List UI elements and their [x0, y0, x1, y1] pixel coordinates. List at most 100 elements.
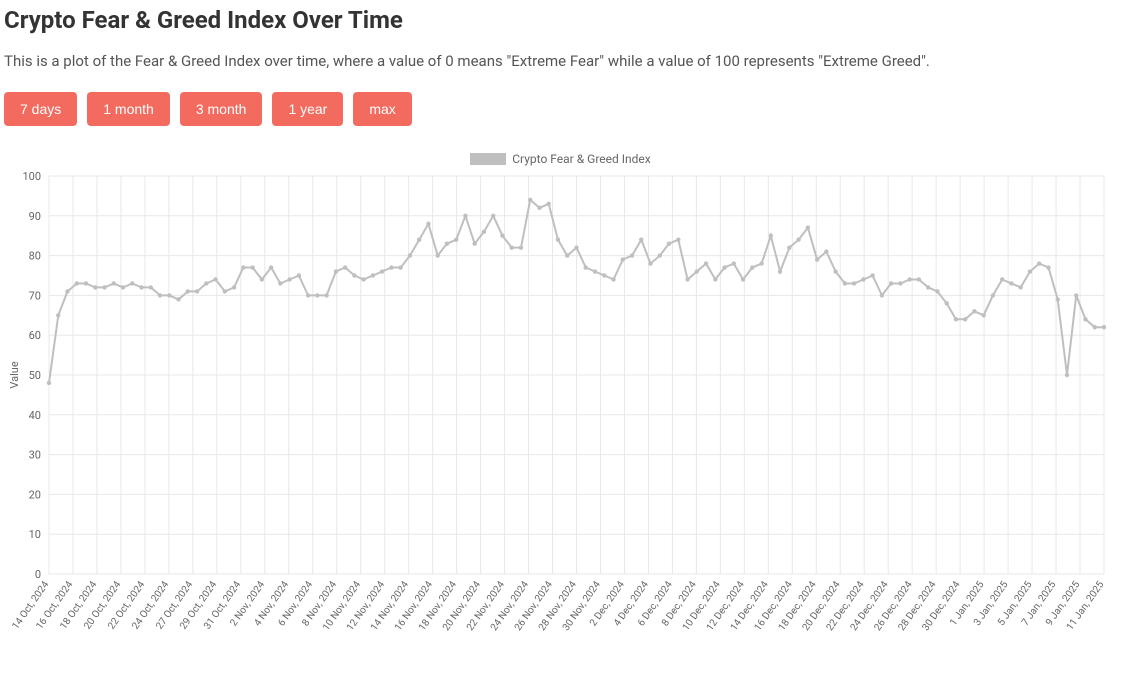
data-point — [241, 265, 245, 269]
data-point — [380, 269, 384, 273]
data-point — [685, 277, 689, 281]
data-point — [287, 277, 291, 281]
data-point — [796, 237, 800, 241]
y-tick-label: 100 — [22, 170, 41, 183]
range-1month-button[interactable]: 1 month — [87, 92, 170, 126]
data-point — [454, 237, 458, 241]
data-point — [695, 269, 699, 273]
data-point — [149, 285, 153, 289]
data-point — [232, 285, 236, 289]
data-point — [732, 261, 736, 265]
data-point — [417, 237, 421, 241]
range-max-button[interactable]: max — [353, 92, 411, 126]
page-subtitle: This is a plot of the Fear & Greed Index… — [4, 52, 1117, 70]
data-point — [880, 293, 884, 297]
data-point — [1065, 373, 1069, 377]
range-1year-button[interactable]: 1 year — [272, 92, 343, 126]
data-point — [47, 381, 51, 385]
data-point — [75, 281, 79, 285]
y-tick-label: 90 — [29, 210, 41, 223]
data-point — [547, 202, 551, 206]
data-point — [954, 317, 958, 321]
range-7days-button[interactable]: 7 days — [4, 92, 77, 126]
data-point — [704, 261, 708, 265]
y-tick-label: 30 — [29, 449, 41, 462]
data-point — [528, 198, 532, 202]
data-point — [1028, 269, 1032, 273]
legend-label: Crypto Fear & Greed Index — [512, 152, 651, 166]
y-tick-label: 10 — [29, 528, 41, 541]
data-point — [93, 285, 97, 289]
chart-container: Crypto Fear & Greed Index 01020304050607… — [4, 152, 1117, 670]
data-point — [445, 241, 449, 245]
data-point — [741, 277, 745, 281]
data-point — [371, 273, 375, 277]
data-point — [269, 265, 273, 269]
data-point — [519, 245, 523, 249]
data-point — [491, 214, 495, 218]
data-point — [1102, 325, 1106, 329]
data-point — [223, 289, 227, 293]
data-point — [824, 249, 828, 253]
data-point — [250, 265, 254, 269]
data-point — [1056, 297, 1060, 301]
data-point — [278, 281, 282, 285]
range-button-row: 7 days 1 month 3 month 1 year max — [4, 92, 1117, 126]
data-point — [843, 281, 847, 285]
data-point — [343, 265, 347, 269]
data-point — [139, 285, 143, 289]
data-point — [1019, 285, 1023, 289]
y-tick-label: 0 — [35, 568, 41, 581]
data-point — [324, 293, 328, 297]
data-point — [815, 257, 819, 261]
data-point — [944, 301, 948, 305]
data-point — [186, 289, 190, 293]
data-point — [602, 273, 606, 277]
data-point — [658, 253, 662, 257]
data-point — [1093, 325, 1097, 329]
data-point — [963, 317, 967, 321]
legend-swatch-icon — [470, 153, 506, 165]
data-point — [565, 253, 569, 257]
data-point — [722, 265, 726, 269]
data-point — [713, 277, 717, 281]
data-point — [334, 269, 338, 273]
y-tick-label: 20 — [29, 488, 41, 501]
data-point — [621, 257, 625, 261]
data-point — [510, 245, 514, 249]
data-point — [195, 289, 199, 293]
data-point — [121, 285, 125, 289]
data-point — [65, 289, 69, 293]
data-point — [408, 253, 412, 257]
data-point — [676, 237, 680, 241]
data-point — [306, 293, 310, 297]
data-point — [639, 237, 643, 241]
data-point — [426, 222, 430, 226]
chart-svg: 010203040506070809010014 Oct, 202416 Oct… — [4, 170, 1114, 670]
data-point — [852, 281, 856, 285]
data-point — [389, 265, 393, 269]
chart-legend: Crypto Fear & Greed Index — [4, 152, 1117, 166]
data-point — [630, 253, 634, 257]
data-point — [84, 281, 88, 285]
data-point — [907, 277, 911, 281]
y-tick-label: 40 — [29, 409, 41, 422]
data-point — [473, 241, 477, 245]
data-point — [130, 281, 134, 285]
page-title: Crypto Fear & Greed Index Over Time — [4, 6, 1117, 34]
data-point — [1037, 261, 1041, 265]
range-3month-button[interactable]: 3 month — [180, 92, 263, 126]
data-point — [769, 234, 773, 238]
data-point — [463, 214, 467, 218]
data-point — [167, 293, 171, 297]
data-point — [667, 241, 671, 245]
data-point — [1009, 281, 1013, 285]
data-point — [213, 277, 217, 281]
data-point — [833, 269, 837, 273]
data-point — [112, 281, 116, 285]
data-point — [352, 273, 356, 277]
data-point — [260, 277, 264, 281]
data-point — [1000, 277, 1004, 281]
data-point — [435, 253, 439, 257]
data-point — [1083, 317, 1087, 321]
